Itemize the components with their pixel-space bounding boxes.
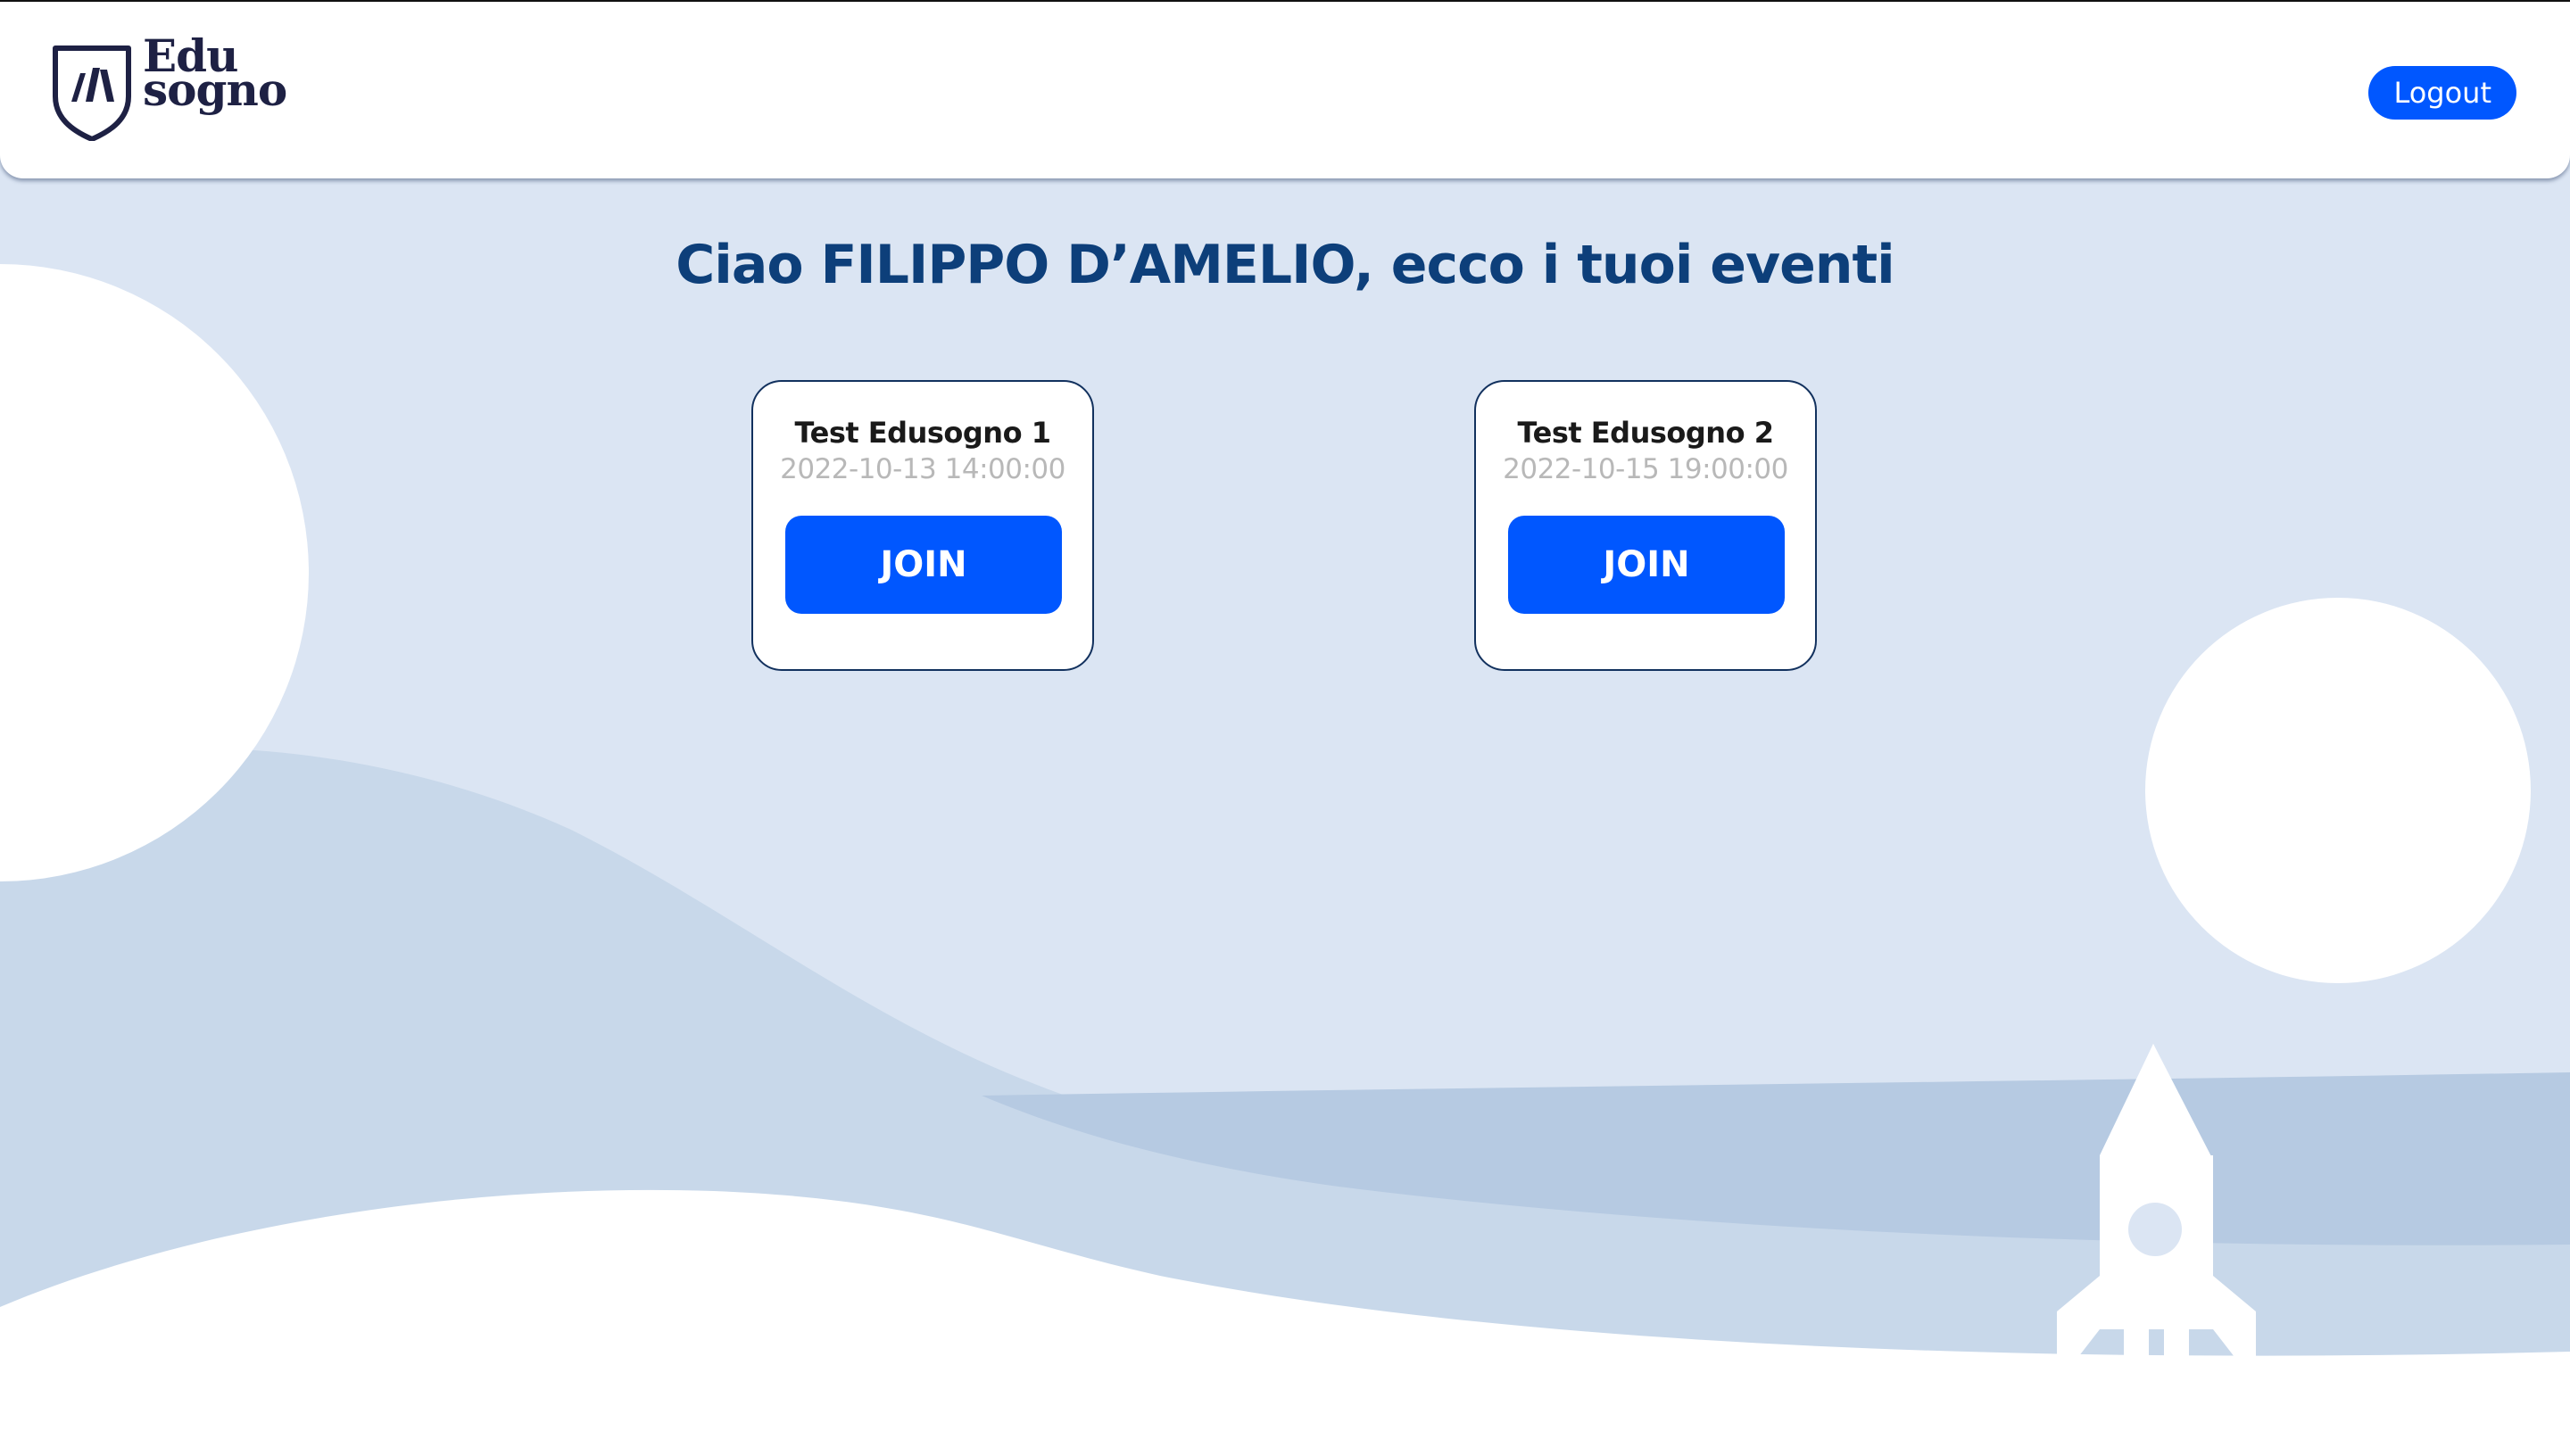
logo-line-2: sogno <box>143 63 287 116</box>
event-title: Test Edusogno 1 <box>794 416 1051 450</box>
events-page: Edu sogno Logout Ciao FILIPPO D’AMELIO, … <box>0 0 2570 1456</box>
page-title: Ciao FILIPPO D’AMELIO, ecco i tuoi event… <box>676 234 1894 296</box>
edusogno-shield-logo-icon <box>53 46 131 141</box>
logo-wordmark: Edu sogno <box>143 34 287 116</box>
event-card: Test Edusogno 1 2022-10-13 14:00:00 JOIN <box>751 380 1094 671</box>
event-title: Test Edusogno 2 <box>1517 416 1774 450</box>
join-button[interactable]: JOIN <box>1508 516 1785 614</box>
event-date: 2022-10-13 14:00:00 <box>780 453 1065 485</box>
logout-button[interactable]: Logout <box>2368 66 2516 120</box>
moon-right <box>2145 598 2531 983</box>
event-card: Test Edusogno 2 2022-10-15 19:00:00 JOIN <box>1474 380 1817 671</box>
background-illustration <box>0 264 2570 1456</box>
top-navbar: Edu sogno Logout <box>0 0 2570 178</box>
edusogno-logo[interactable]: Edu sogno <box>50 34 287 145</box>
event-date: 2022-10-15 19:00:00 <box>1503 453 1788 485</box>
join-button[interactable]: JOIN <box>785 516 1062 614</box>
